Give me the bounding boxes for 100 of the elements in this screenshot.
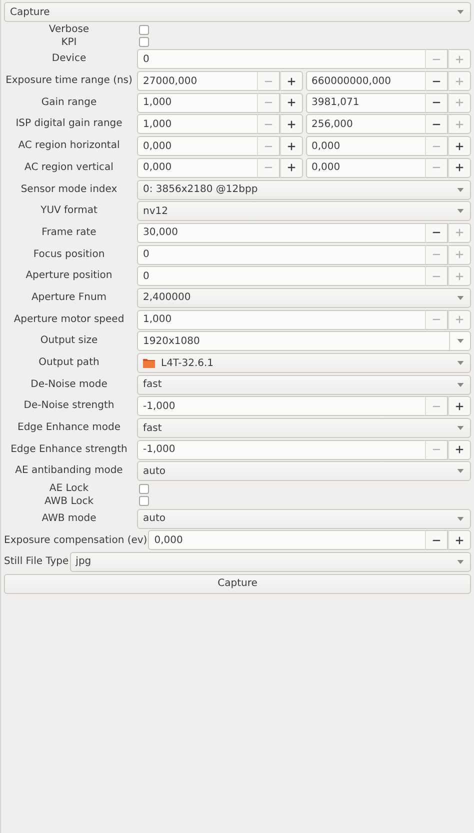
dropdown[interactable]: auto [137,508,471,528]
number-field[interactable]: 0,000 [137,158,256,178]
plus-icon [455,76,464,86]
plus-icon [286,142,296,151]
plus-icon [455,402,464,411]
plus-icon [455,272,464,281]
plus-icon [286,163,296,172]
field-label: Gain range [40,96,98,110]
number-field[interactable]: 660000000,000 [306,71,425,92]
plus-icon [455,536,464,545]
plus-icon [455,228,464,238]
field-label: AE antibanding mode [14,464,124,478]
field-label: Exposure compensation (ev) [4,534,148,546]
field-label: AWB Lock [43,496,95,507]
number-field[interactable]: 1,000 [137,92,256,113]
dropdown-caret-icon [457,382,464,387]
field-label: AE Lock [48,483,90,494]
plus-icon [455,142,464,151]
dropdown-caret-icon [457,339,464,344]
capture-button[interactable]: Capture [4,574,471,594]
number-field[interactable]: 0,000 [306,136,425,156]
folder-chooser[interactable]: L4T-32.6.1 [137,353,471,373]
field-label: AC region vertical [24,160,114,175]
increment-button[interactable] [448,530,471,550]
dropdown[interactable]: 2,400000 [137,288,471,308]
plus-icon [455,250,464,260]
dropdown[interactable]: jpg [70,552,471,572]
plus-icon [455,120,464,129]
plus-icon [286,120,296,129]
field-label: Exposure time range (ns) [4,74,134,88]
number-field[interactable]: 0 [137,49,425,70]
dropdown[interactable]: 0: 3856x2180 @12bpp [137,180,471,200]
dropdown-caret-icon [457,296,464,300]
folder-icon [143,358,155,368]
increment-button[interactable] [280,158,302,178]
dropdown-caret-icon [457,10,464,14]
dropdown-caret-icon [457,361,464,365]
dropdown-caret-icon [457,209,464,214]
increment-button[interactable] [280,71,302,92]
field-label: Aperture motor speed [12,312,126,327]
combo-field[interactable]: 1920x1080 [137,331,471,352]
plus-icon [455,54,464,64]
dropdown[interactable]: fast [137,418,471,438]
field-label: Edge Enhance mode [16,421,122,436]
number-field[interactable]: -1,000 [137,396,425,416]
checkbox[interactable] [139,24,149,34]
plus-icon [286,98,296,108]
increment-button[interactable] [280,114,302,134]
field-label: Verbose [48,24,90,35]
field-label: ISP digital gain range [14,117,124,132]
increment-button[interactable] [448,158,471,178]
dropdown[interactable]: fast [137,374,471,395]
dropdown[interactable]: nv12 [137,201,471,222]
field-label: Aperture position [24,269,114,284]
number-field[interactable]: 1,000 [137,310,425,330]
increment-button[interactable] [280,92,302,113]
field-label: De-Noise mode [30,378,108,392]
number-field[interactable]: 0 [137,266,425,286]
number-field[interactable]: 256,000 [306,114,425,134]
dropdown[interactable]: auto [137,461,471,482]
checkbox[interactable] [139,496,149,506]
number-field[interactable]: 27000,000 [137,71,256,92]
field-label: AWB mode [40,512,98,526]
number-field[interactable]: 0,000 [148,530,425,550]
mode-dropdown[interactable]: Capture [4,2,471,22]
field-label: AC region horizontal [17,139,121,154]
decrement-button[interactable] [425,71,448,92]
number-field[interactable]: 0,000 [137,136,256,156]
dropdown-caret-icon [457,469,464,474]
checkbox[interactable] [139,37,149,48]
number-field[interactable]: 0 [137,244,425,265]
dropdown-caret-icon [457,426,464,430]
number-field[interactable]: 3981,071 [306,92,425,113]
plus-icon [455,98,464,108]
dropdown-caret-icon [457,560,464,564]
decrement-button[interactable] [425,222,448,243]
increment-button[interactable] [280,136,302,156]
plus-icon [286,76,296,86]
number-field[interactable]: 1,000 [137,114,256,134]
increment-button[interactable] [448,440,471,460]
field-label: YUV format [40,204,98,218]
dropdown-caret-icon [457,516,464,520]
increment-button[interactable] [448,396,471,416]
field-label: KPI [60,36,78,48]
number-field[interactable]: 0,000 [306,158,425,178]
plus-icon [455,315,464,324]
field-label: Focus position [32,248,106,262]
field-label: Device [50,52,88,66]
decrement-button[interactable] [425,92,448,113]
field-label: Output size [39,334,99,348]
number-field[interactable]: -1,000 [137,440,425,460]
field-label: De-Noise strength [22,399,116,414]
checkbox[interactable] [139,484,149,494]
field-label: Still File Type [4,556,69,568]
increment-button[interactable] [448,136,471,156]
plus-icon [455,163,464,172]
field-label: Edge Enhance strength [10,442,128,457]
dropdown-caret-icon [457,188,464,192]
number-field[interactable]: 30,000 [137,222,425,243]
plus-icon [455,445,464,454]
